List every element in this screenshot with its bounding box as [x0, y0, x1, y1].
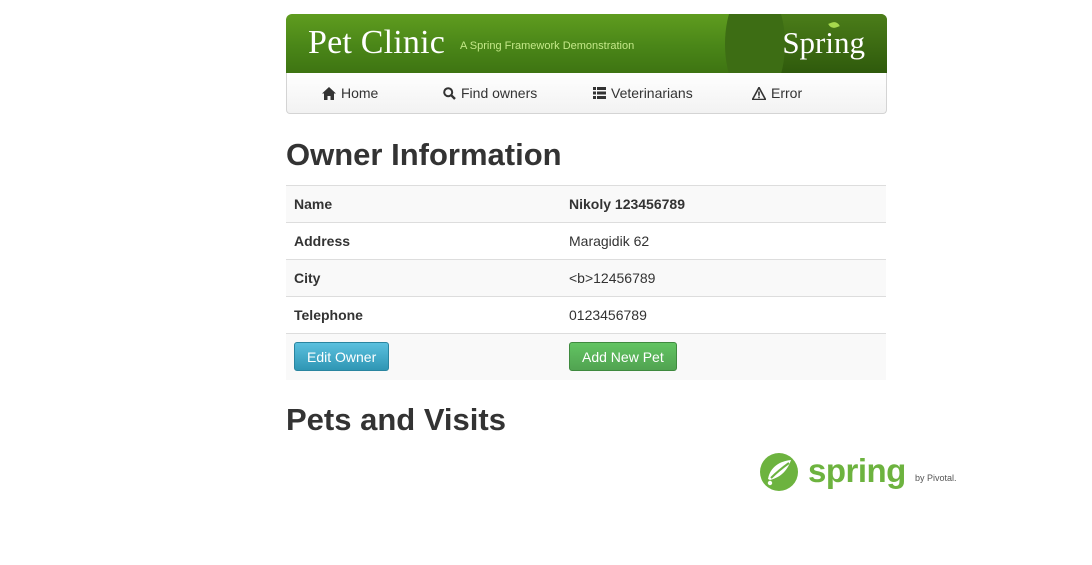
table-row-telephone: Telephone 0123456789	[286, 296, 886, 334]
pets-and-visits-heading: Pets and Visits	[286, 402, 506, 437]
nav-error[interactable]: Error	[752, 85, 802, 101]
add-pet-cell: Add New Pet	[561, 333, 886, 380]
nav-find-owners-label: Find owners	[461, 85, 538, 101]
city-label: City	[286, 259, 561, 297]
spring-logo: Spring	[782, 25, 865, 60]
address-label: Address	[286, 222, 561, 260]
table-row-address: Address Maragidik 62	[286, 222, 886, 260]
nav-home[interactable]: Home	[322, 85, 378, 101]
nav-error-label: Error	[771, 85, 803, 101]
city-value: <b>12456789	[561, 259, 886, 297]
nav-home-label: Home	[341, 85, 379, 101]
footer-spring-word: spring	[808, 452, 906, 489]
nav-veterinarians[interactable]: Veterinarians	[593, 85, 693, 101]
name-label: Name	[286, 185, 561, 223]
search-icon	[443, 86, 456, 100]
list-icon	[593, 87, 606, 99]
telephone-value: 0123456789	[561, 296, 886, 334]
name-value: Nikoly 123456789	[561, 185, 886, 223]
header-banner: Pet Clinic A Spring Framework Demonstrat…	[286, 14, 887, 73]
add-new-pet-button[interactable]: Add New Pet	[569, 342, 677, 372]
owner-information-heading: Owner Information	[286, 137, 562, 172]
spring-pivotal-logo: spring by Pivotal.	[758, 450, 958, 494]
telephone-label: Telephone	[286, 296, 561, 334]
brand-title: Pet Clinic	[308, 24, 446, 61]
owner-info-table: Name Nikoly 123456789 Address Maragidik …	[286, 185, 886, 380]
nav-find-owners[interactable]: Find owners	[443, 85, 537, 101]
spring-leaf-logo-icon	[758, 451, 800, 498]
table-row-actions: Edit Owner Add New Pet	[286, 333, 886, 380]
nav-veterinarians-label: Veterinarians	[611, 85, 693, 101]
footer-by-pivotal: by Pivotal.	[915, 473, 957, 483]
edit-owner-cell: Edit Owner	[286, 333, 561, 380]
home-icon	[322, 86, 336, 100]
brand-subtitle: A Spring Framework Demonstration	[460, 40, 635, 52]
table-row-city: City <b>12456789	[286, 259, 886, 297]
navbar: Home Find owners Veterinarians Error	[286, 73, 887, 114]
edit-owner-button[interactable]: Edit Owner	[294, 342, 390, 372]
address-value: Maragidik 62	[561, 222, 886, 260]
table-row-name: Name Nikoly 123456789	[286, 185, 886, 223]
warning-icon	[752, 86, 766, 100]
